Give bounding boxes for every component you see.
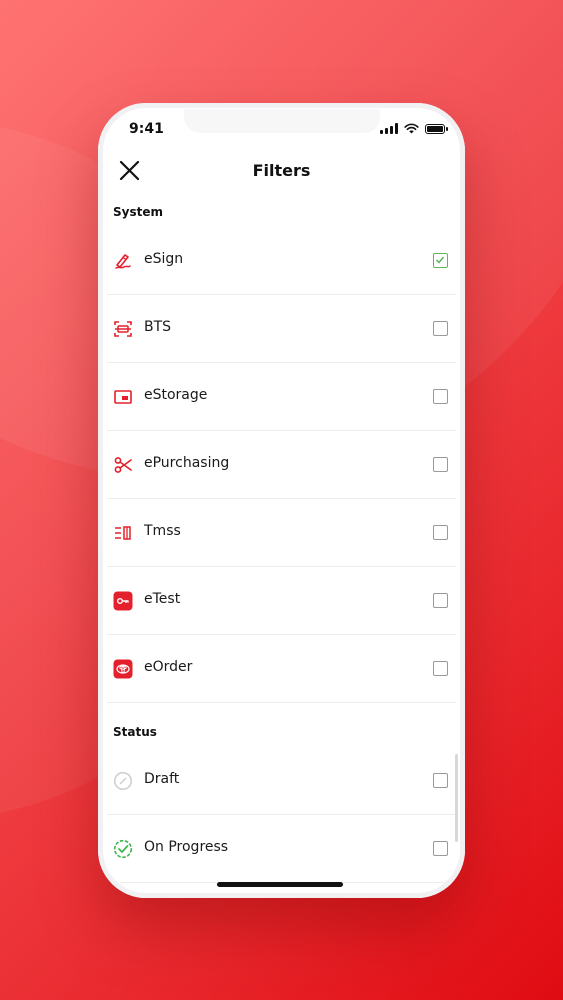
status-bar: 9:41 [104,109,459,149]
storage-window-icon [114,390,132,404]
checkbox-esign[interactable] [433,253,448,268]
filter-row-bts[interactable]: BTS [107,295,456,363]
checkbox-epurchasing[interactable] [433,457,448,472]
key-badge-icon [113,591,133,611]
phone-frame: 9:41 Filters System eSign BTS eStorage e… [98,103,465,898]
checkbox-estorage[interactable] [433,389,448,404]
header: Filters [104,149,459,193]
filter-label: ePurchasing [144,455,230,471]
section-title-status: Status [113,725,157,739]
filter-row-epurchasing[interactable]: ePurchasing [107,431,456,499]
status-time: 9:41 [129,121,164,137]
filter-row-draft[interactable]: Draft [107,747,456,815]
toyota-logo-icon [113,659,133,679]
filter-label: Tmss [144,523,181,539]
filter-label: eOrder [144,659,193,675]
filter-row-esign[interactable]: eSign [107,227,456,295]
battery-icon [425,123,448,134]
checkbox-bts[interactable] [433,321,448,336]
filter-row-tmss[interactable]: Tmss [107,499,456,567]
checkbox-draft[interactable] [433,773,448,788]
filter-label: On Progress [144,839,229,855]
cellular-signal-icon [380,123,398,134]
filter-row-estorage[interactable]: eStorage [107,363,456,431]
scrollbar[interactable] [455,754,458,842]
scissors-icon [114,457,132,473]
progress-check-icon [113,839,133,859]
filter-label: Draft [144,771,180,787]
list-columns-icon [115,526,131,540]
pen-sign-icon [115,254,131,269]
filter-label: eTest [144,591,181,607]
filter-row-on-progress[interactable]: On Progress [107,815,456,883]
filter-row-eorder[interactable]: eOrder [107,635,456,703]
checkbox-eorder[interactable] [433,661,448,676]
checkbox-on-progress[interactable] [433,841,448,856]
checkmark-icon [435,256,445,264]
wifi-icon [404,123,419,134]
filter-label: eSign [144,251,184,267]
filter-label: BTS [144,319,172,335]
filter-row-etest[interactable]: eTest [107,567,456,635]
scan-frame-icon [114,321,132,337]
checkbox-etest[interactable] [433,593,448,608]
draft-circle-icon [113,771,133,791]
checkbox-tmss[interactable] [433,525,448,540]
home-indicator[interactable] [217,882,343,887]
filter-label: eStorage [144,387,208,403]
page-title: Filters [252,161,311,180]
section-title-system: System [113,205,163,219]
filters-screen: 9:41 Filters System eSign BTS eStorage e… [104,109,459,892]
